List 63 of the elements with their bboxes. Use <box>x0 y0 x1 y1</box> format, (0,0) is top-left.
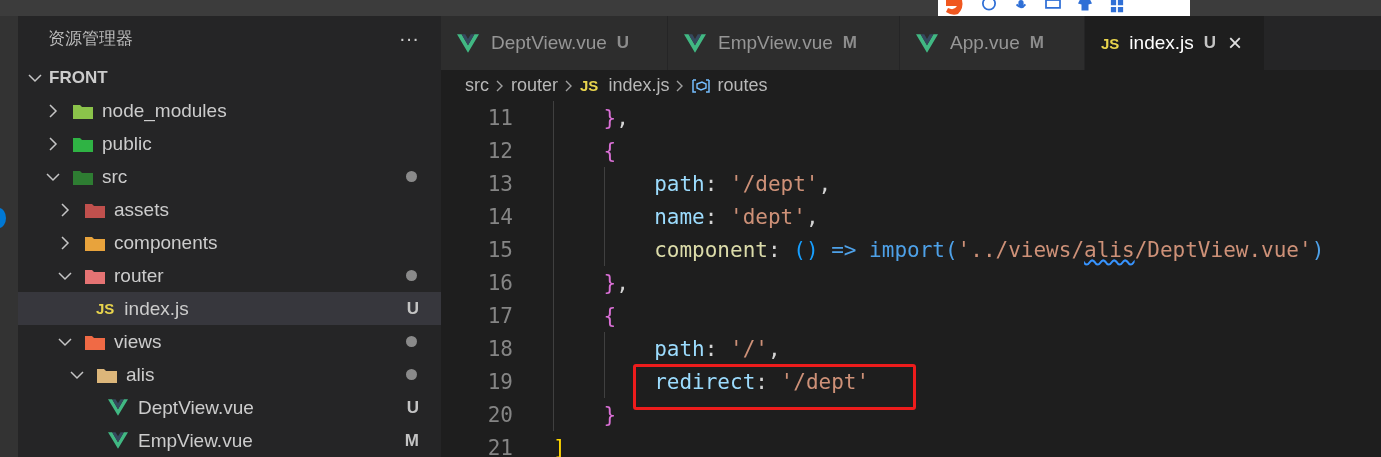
tree-item[interactable]: JS index.js U <box>18 292 441 325</box>
tree-item[interactable]: node_modules <box>18 94 441 127</box>
git-status: U <box>406 298 419 319</box>
tree-item[interactable]: EmpView.vue M <box>18 424 441 457</box>
sidebar-title: 资源管理器 <box>48 28 133 50</box>
js-icon: JS <box>96 300 115 317</box>
tree-item[interactable]: DeptView.vue U <box>18 391 441 424</box>
breadcrumb-item[interactable]: src <box>465 75 489 96</box>
line-number: 20 <box>486 402 513 427</box>
vue-logo-icon <box>108 399 128 416</box>
git-status: U <box>1203 33 1217 53</box>
breadcrumb-item[interactable]: JS index.js <box>580 75 670 96</box>
tree-root-label[interactable]: FRONT <box>49 67 108 88</box>
more-button[interactable]: ··· <box>399 27 419 50</box>
js-icon: JS <box>580 77 599 94</box>
tree-item[interactable]: public <box>18 127 441 160</box>
line-number: 17 <box>486 303 513 328</box>
tab[interactable]: EmpView.vue M <box>668 16 900 70</box>
code-line: { <box>553 299 617 332</box>
vue-logo-icon <box>108 432 128 449</box>
tree-item[interactable]: assets <box>18 193 441 226</box>
shirt-icon <box>1076 0 1094 14</box>
tree-item[interactable]: components <box>18 226 441 259</box>
grid-icon <box>1108 0 1126 14</box>
code-line: redirect: '/dept' <box>553 365 870 398</box>
close-button[interactable]: × <box>1228 29 1243 57</box>
line-number: 16 <box>486 270 513 295</box>
tab[interactable]: App.vue M <box>900 16 1085 70</box>
vue-logo-icon <box>916 33 938 53</box>
code-line: } <box>553 398 617 431</box>
tree-item[interactable]: alis <box>18 358 441 391</box>
git-status: U <box>616 33 630 53</box>
line-number: 12 <box>486 138 513 163</box>
tree-item[interactable]: views <box>18 325 441 358</box>
vue-logo-icon <box>457 33 479 53</box>
tree-item[interactable]: src <box>18 160 441 193</box>
line-number: 13 <box>486 171 513 196</box>
code-line: component: () => import('../views/alis/DeptView.vue') <box>553 233 1325 266</box>
git-status: M <box>404 430 419 451</box>
breadcrumb-item[interactable]: routes <box>691 75 768 96</box>
git-status: U <box>406 397 419 418</box>
line-number: 19 <box>486 369 513 394</box>
js-icon: JS <box>1101 34 1120 52</box>
code-line: ] <box>553 434 566 457</box>
tab[interactable]: DeptView.vue U <box>441 16 668 70</box>
code-line: { <box>553 134 617 167</box>
tree-item[interactable]: router <box>18 259 441 292</box>
code-line: }, <box>553 101 629 134</box>
git-status: M <box>842 33 857 53</box>
code-line: path: '/', <box>553 332 781 365</box>
tab[interactable]: JS index.js U × <box>1085 16 1266 70</box>
line-number: 11 <box>486 105 513 130</box>
line-number: 14 <box>486 204 513 229</box>
line-number: 15 <box>486 237 513 262</box>
vue-logo-icon <box>684 33 706 53</box>
symbol-icon <box>691 77 712 94</box>
git-status: M <box>1029 33 1044 53</box>
code-line: name: 'dept', <box>553 200 819 233</box>
line-number: 18 <box>486 336 513 361</box>
line-number: 21 <box>486 435 513 457</box>
breadcrumb-item[interactable]: router <box>511 75 559 96</box>
code-line: }, <box>553 266 629 299</box>
code-line: path: '/dept', <box>553 167 832 200</box>
